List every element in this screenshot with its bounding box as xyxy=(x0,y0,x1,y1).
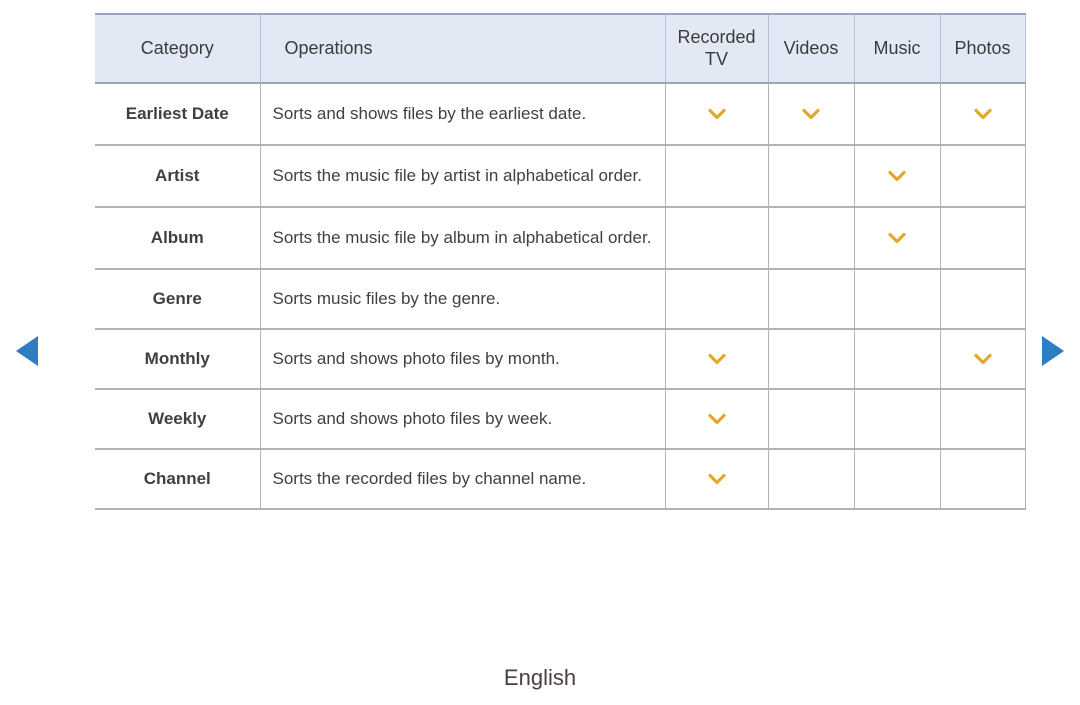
cell-mark-videos xyxy=(767,269,854,330)
cell-mark-recorded-tv xyxy=(664,329,768,390)
cell-mark-videos xyxy=(767,389,854,450)
cell-mark-recorded-tv xyxy=(664,207,768,270)
chevron-down-icon xyxy=(884,225,910,251)
sort-category-table-wrap: Category Operations Recorded TV Videos M… xyxy=(95,13,1080,510)
cell-mark-music xyxy=(853,269,940,330)
cell-mark-videos xyxy=(767,145,854,208)
column-header-photos: Photos xyxy=(939,13,1026,84)
cell-mark-videos xyxy=(767,449,854,510)
cell-mark-recorded-tv xyxy=(664,83,768,146)
table-row[interactable]: Monthly Sorts and shows photo files by mo… xyxy=(95,329,1026,390)
cell-mark-recorded-tv xyxy=(664,269,768,330)
cell-mark-recorded-tv xyxy=(664,145,768,208)
cell-category: Genre xyxy=(95,269,260,330)
cell-operations: Sorts the recorded files by channel name… xyxy=(259,449,665,510)
table-body: Earliest Date Sorts and shows files by th… xyxy=(95,83,1026,510)
column-header-operations: Operations xyxy=(259,13,665,84)
cell-operations: Sorts the music file by artist in alphab… xyxy=(259,145,665,208)
cell-mark-videos xyxy=(767,329,854,390)
table-header: Category Operations Recorded TV Videos M… xyxy=(95,13,1026,84)
page-root: Category Operations Recorded TV Videos M… xyxy=(0,0,1080,705)
cell-mark-music xyxy=(853,145,940,208)
table-row[interactable]: Earliest Date Sorts and shows files by th… xyxy=(95,83,1026,146)
cell-mark-videos xyxy=(767,207,854,270)
chevron-down-icon xyxy=(704,406,730,432)
column-header-videos: Videos xyxy=(767,13,854,84)
chevron-down-icon xyxy=(798,101,824,127)
chevron-down-icon xyxy=(704,346,730,372)
cell-category: Artist xyxy=(95,145,260,208)
sort-category-table: Category Operations Recorded TV Videos M… xyxy=(95,13,1026,510)
cell-mark-photos xyxy=(939,83,1026,146)
column-header-music: Music xyxy=(853,13,940,84)
cell-category: Album xyxy=(95,207,260,270)
cell-mark-photos xyxy=(939,269,1026,330)
cell-mark-music xyxy=(853,449,940,510)
cell-mark-videos xyxy=(767,83,854,146)
cell-mark-recorded-tv xyxy=(664,389,768,450)
table-row[interactable]: Channel Sorts the recorded files by chann… xyxy=(95,449,1026,510)
table-row[interactable]: Album Sorts the music file by album in al… xyxy=(95,207,1026,270)
prev-page-arrow-icon[interactable] xyxy=(16,336,38,366)
table-row[interactable]: Genre Sorts music files by the genre. xyxy=(95,269,1026,330)
chevron-down-icon xyxy=(704,466,730,492)
cell-operations: Sorts the music file by album in alphabe… xyxy=(259,207,665,270)
cell-mark-photos xyxy=(939,145,1026,208)
cell-category: Monthly xyxy=(95,329,260,390)
table-header-row: Category Operations Recorded TV Videos M… xyxy=(95,13,1026,84)
cell-mark-music xyxy=(853,389,940,450)
cell-mark-photos xyxy=(939,329,1026,390)
chevron-down-icon xyxy=(884,163,910,189)
cell-mark-music xyxy=(853,83,940,146)
cell-operations: Sorts music files by the genre. xyxy=(259,269,665,330)
table-row[interactable]: Artist Sorts the music file by artist in … xyxy=(95,145,1026,208)
chevron-down-icon xyxy=(970,101,996,127)
column-header-category: Category xyxy=(95,13,260,84)
cell-operations: Sorts and shows files by the earliest da… xyxy=(259,83,665,146)
chevron-down-icon xyxy=(704,101,730,127)
cell-mark-music xyxy=(853,207,940,270)
column-header-recorded-tv: Recorded TV xyxy=(664,13,768,84)
cell-mark-photos xyxy=(939,449,1026,510)
cell-operations: Sorts and shows photo files by week. xyxy=(259,389,665,450)
cell-category: Earliest Date xyxy=(95,83,260,146)
cell-mark-recorded-tv xyxy=(664,449,768,510)
cell-category: Channel xyxy=(95,449,260,510)
cell-category: Weekly xyxy=(95,389,260,450)
table-row[interactable]: Weekly Sorts and shows photo files by wee… xyxy=(95,389,1026,450)
cell-mark-photos xyxy=(939,207,1026,270)
footer-language-label: English xyxy=(503,665,577,690)
cell-operations: Sorts and shows photo files by month. xyxy=(259,329,665,390)
cell-mark-photos xyxy=(939,389,1026,450)
cell-mark-music xyxy=(853,329,940,390)
chevron-down-icon xyxy=(970,346,996,372)
